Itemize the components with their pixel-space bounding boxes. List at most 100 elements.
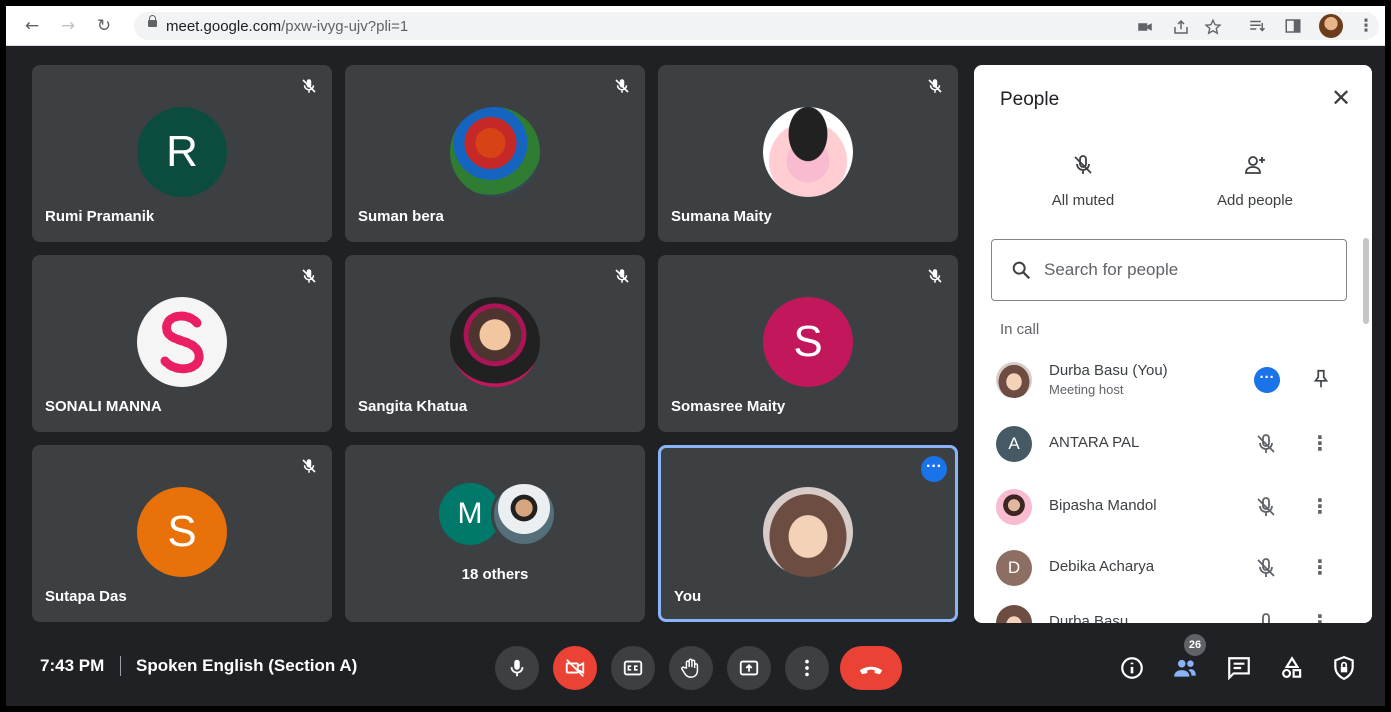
host-controls-icon[interactable] [1331,655,1357,681]
chat-icon[interactable] [1226,655,1252,681]
avatar [450,107,540,197]
people-icon[interactable] [1172,655,1198,681]
side-panel-icon[interactable] [1284,17,1302,35]
person-row[interactable]: D Debika Acharya ⋮ [974,538,1372,598]
participant-name: Sutapa Das [45,588,127,605]
person-name: Debika Acharya [1049,558,1155,575]
panel-title: People [1000,89,1060,110]
avatar [763,107,853,197]
url-path: /pxw-ivyg-ujv?pli=1 [281,18,409,35]
hang-up-icon [859,666,883,675]
participant-tile[interactable]: Suman bera [345,65,645,242]
avatar [996,362,1032,398]
meet-window: ← → ↻ meet.google.com/pxw-ivyg-ujv?pli=1… [6,6,1385,706]
all-muted-action[interactable]: All muted [1013,153,1153,209]
person-row[interactable]: Durba Basu (You) Meeting host ··· [974,350,1372,410]
more-vert-icon[interactable]: ⋮ [1310,556,1330,580]
present-button[interactable] [727,646,771,690]
people-panel: People ✕ All muted Add people In call Du… [974,65,1372,623]
microphone-button[interactable] [495,646,539,690]
mic-off-icon [1257,558,1275,577]
present-screen-icon [739,660,759,676]
reading-list-icon[interactable] [1248,17,1266,35]
browser-menu-icon[interactable]: ⋮ [1356,16,1376,36]
captions-button[interactable] [611,646,655,690]
mic-off-icon [302,79,316,93]
back-arrow-icon[interactable]: ← [22,16,42,36]
mic-off-icon [1257,434,1275,453]
section-label: In call [1000,321,1040,338]
avatar [763,487,853,577]
person-name: Bipasha Mandol [1049,497,1157,514]
video-off-icon [565,659,585,677]
more-options-icon[interactable]: ··· [921,456,947,482]
avatar: S [763,297,853,387]
more-options-button[interactable] [785,646,829,690]
more-vert-icon[interactable]: ⋮ [1310,432,1330,456]
self-tile[interactable]: ··· You [658,445,958,622]
mic-off-icon [302,269,316,283]
camera-button[interactable] [553,646,597,690]
avatar [996,489,1032,525]
url-text: meet.google.com/pxw-ivyg-ujv?pli=1 [166,18,408,35]
others-label: 18 others [461,566,529,583]
avatar: A [996,426,1032,462]
avatar: R [137,107,227,197]
participant-tile[interactable]: S Sutapa Das [32,445,332,622]
raise-hand-button[interactable] [669,646,713,690]
person-name: Durba Basu [1049,613,1129,623]
share-icon[interactable] [1172,18,1190,36]
participant-name: SONALI MANNA [45,398,162,415]
meeting-title: Spoken English (Section A) [136,656,358,675]
info-icon[interactable] [1119,655,1145,681]
flower-letter-s-image [160,311,204,374]
browser-toolbar: ← → ↻ meet.google.com/pxw-ivyg-ujv?pli=1… [6,6,1385,46]
search-input[interactable] [1044,258,1334,282]
person-role: Meeting host [1049,382,1124,397]
participant-name: Somasree Maity [671,398,786,415]
participant-name: Rumi Pramanik [45,208,155,225]
participant-tile[interactable]: SONALI MANNA [32,255,332,432]
participant-tile[interactable]: R Rumi Pramanik [32,65,332,242]
add-person-icon [1245,156,1265,174]
bookmark-star-icon[interactable] [1204,18,1222,36]
participant-count-badge: 26 [1184,634,1206,656]
avatar [137,297,227,387]
lock-icon [148,15,157,27]
more-vert-icon[interactable]: ⋮ [1310,611,1330,623]
activities-icon[interactable] [1279,655,1305,681]
participant-name: Sumana Maity [671,208,772,225]
more-vert-icon[interactable]: ⋮ [1310,495,1330,519]
leave-call-button[interactable] [840,646,902,690]
search-icon [1012,261,1031,280]
person-row[interactable]: Bipasha Mandol ⋮ [974,477,1372,537]
people-search[interactable] [991,239,1347,301]
address-bar[interactable]: meet.google.com/pxw-ivyg-ujv?pli=1 [134,12,1379,40]
person-row[interactable]: Durba Basu ⋮ [974,593,1372,623]
mic-icon [1262,613,1270,623]
closed-captions-icon [623,660,643,676]
participant-tile[interactable]: Sangita Khatua [345,255,645,432]
participant-tile[interactable]: S Somasree Maity [658,255,958,432]
divider [120,656,121,676]
participant-name: You [674,588,702,605]
mic-off-icon [928,269,942,283]
panel-scrollbar[interactable] [1363,238,1369,324]
reload-icon[interactable]: ↻ [94,16,114,36]
others-tile[interactable]: M 18 others [345,445,645,622]
forward-arrow-icon[interactable]: → [58,16,78,36]
pin-icon[interactable] [1310,366,1332,392]
participant-tile[interactable]: Sumana Maity [658,65,958,242]
all-muted-label: All muted [1051,192,1115,209]
mic-icon [510,659,524,677]
mic-off-icon [1257,497,1275,516]
mic-off-icon [928,79,942,93]
close-icon[interactable]: ✕ [1330,86,1352,110]
profile-avatar[interactable] [1319,14,1343,38]
camera-blocked-icon[interactable] [1136,18,1154,36]
more-options-icon[interactable]: ··· [1254,367,1280,393]
mic-off-icon [615,269,629,283]
person-row[interactable]: A ANTARA PAL ⋮ [974,414,1372,474]
participant-name: Sangita Khatua [358,398,468,415]
add-people-button[interactable]: Add people [1185,153,1325,209]
